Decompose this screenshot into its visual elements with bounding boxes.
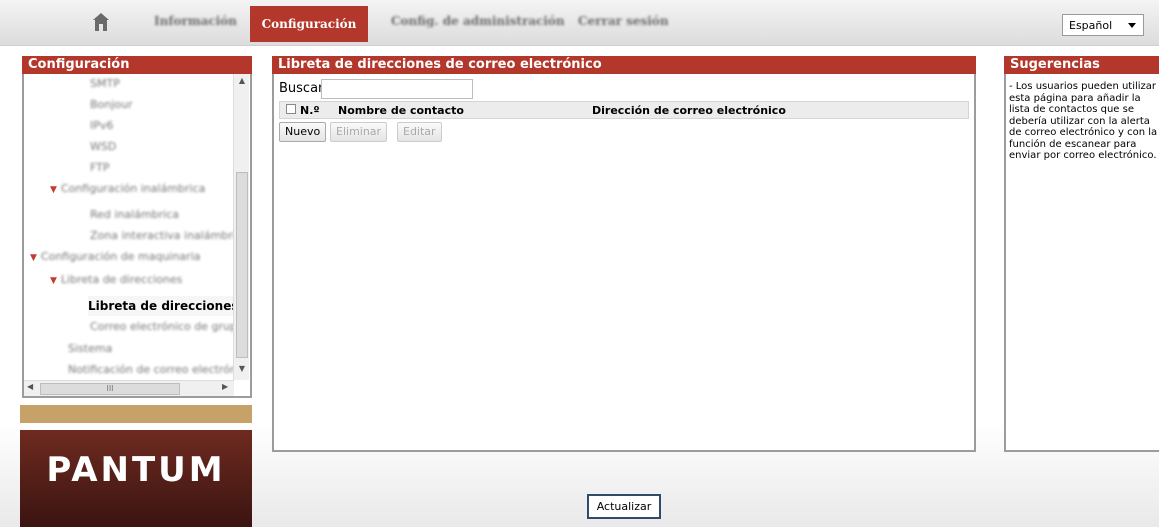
tips-panel-title: Sugerencias — [1004, 56, 1159, 74]
tree-item-wireless-label: Configuración inalámbrica — [60, 182, 206, 195]
scroll-thumb[interactable] — [236, 172, 248, 358]
select-all-checkbox[interactable] — [286, 104, 296, 114]
tree-item-bonjour[interactable]: Bonjour — [90, 98, 133, 111]
update-button[interactable]: Actualizar — [587, 494, 661, 519]
column-contact-name: Nombre de contacto — [338, 104, 464, 117]
scroll-down-icon[interactable]: ▼ — [234, 364, 250, 378]
home-icon[interactable] — [92, 12, 110, 32]
tree-item-ipv6[interactable]: IPv6 — [90, 119, 113, 132]
tree-item-machine[interactable]: ▼ Configuración de maquinaria — [30, 250, 201, 263]
nav-config-admin[interactable]: Config. de administración — [391, 14, 565, 28]
tree-item-wireless[interactable]: ▼ Configuración inalámbrica — [50, 182, 205, 195]
scroll-thumb-horizontal[interactable]: III — [40, 383, 180, 395]
tree-item-addressbook-label: Libreta de direcciones — [60, 273, 183, 286]
new-button[interactable]: Nuevo — [279, 122, 327, 142]
tree-horizontal-scrollbar[interactable]: ◀ III ▶ — [24, 380, 234, 396]
nav-configuracion[interactable]: Configuración — [250, 6, 368, 42]
triangle-down-icon: ▼ — [30, 253, 37, 263]
tree-item-ftp[interactable]: FTP — [90, 161, 110, 174]
column-email-address: Dirección de correo electrónico — [592, 104, 786, 117]
search-label: Buscar — [279, 81, 324, 96]
pantum-logo: PANTUM — [20, 430, 252, 527]
chevron-down-icon — [1128, 23, 1136, 28]
triangle-down-icon: ▼ — [50, 276, 57, 286]
nav-informacion[interactable]: Información — [154, 14, 237, 28]
tree-item-system[interactable]: Sistema — [68, 342, 112, 355]
scroll-right-icon[interactable]: ▶ — [222, 382, 228, 391]
settings-tree: SMTP Bonjour IPv6 WSD FTP ▼ Configuración… — [24, 74, 234, 380]
tree-item-machine-label: Configuración de maquinaria — [40, 250, 201, 263]
triangle-down-icon: ▼ — [50, 185, 57, 195]
decorative-bar — [20, 405, 252, 423]
tips-text: - Los usuarios pueden utilizar esta pági… — [1009, 81, 1158, 161]
scroll-left-icon[interactable]: ◀ — [27, 382, 33, 391]
top-nav: Información Configuración Config. de adm… — [0, 0, 1159, 46]
tree-item-wireless-network[interactable]: Red inalámbrica — [90, 208, 179, 221]
nav-cerrar-sesion[interactable]: Cerrar sesión — [578, 14, 669, 28]
tree-item-email-notification[interactable]: Notificación de correo electrónico — [68, 363, 234, 376]
tree-item-addressbook[interactable]: ▼ Libreta de direcciones — [50, 273, 182, 286]
scroll-up-icon[interactable]: ▲ — [234, 76, 250, 90]
search-input[interactable] — [321, 79, 473, 99]
tree-vertical-scrollbar[interactable]: ▲ ▼ — [233, 74, 249, 380]
tree-item-wireless-hotspot[interactable]: Zona interactiva inalámbrica — [90, 229, 234, 242]
left-panel-title: Configuración — [22, 56, 252, 74]
language-select[interactable]: Español — [1062, 14, 1144, 36]
delete-button[interactable]: Eliminar — [330, 122, 388, 142]
table-header: N.º Nombre de contacto Dirección de corr… — [279, 101, 969, 119]
language-value: Español — [1069, 18, 1113, 32]
main-panel-title: Libreta de direcciones de correo electró… — [272, 56, 976, 74]
tree-item-email-addressbook[interactable]: Libreta de direcciones de — [88, 296, 234, 316]
tree-item-smtp[interactable]: SMTP — [90, 77, 120, 90]
tree-item-group-email[interactable]: Correo electrónico de grupo — [90, 320, 234, 333]
tree-item-wsd[interactable]: WSD — [90, 140, 116, 153]
column-number: N.º — [300, 104, 320, 117]
edit-button[interactable]: Editar — [397, 122, 442, 142]
